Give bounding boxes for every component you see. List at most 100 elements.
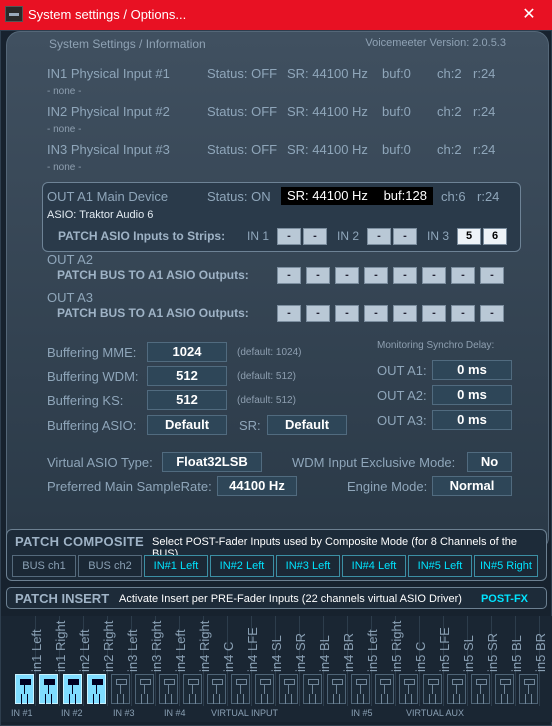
in2-sr: SR: 44100 Hz [287,104,368,119]
in3-name[interactable]: IN3 Physical Input #3 [47,142,170,157]
out-a3-patch-4[interactable]: - [364,305,388,322]
insert-toggle-button[interactable] [63,674,82,704]
insert-toggle-button[interactable] [207,674,226,704]
out-a3-patch-3[interactable]: - [335,305,359,322]
composite-ch3[interactable]: IN#1 Left [144,555,208,577]
in3-ch: ch:2 [437,142,462,157]
out-a2-patch-4[interactable]: - [364,267,388,284]
composite-ch5[interactable]: IN#3 Left [276,555,340,577]
insert-strip: in1 Left in1 Right in2 Left in2 Right in3 Le… [1,616,552,722]
out-a2-patch-6[interactable]: - [422,267,446,284]
insert-toggle-button[interactable] [231,674,250,704]
close-button[interactable]: ✕ [506,0,552,30]
post-fx-toggle[interactable]: POST-FX [481,593,528,605]
in3-status: Status: OFF [207,142,278,157]
patch-in1-right[interactable]: - [303,228,327,245]
out-a2-patch-2[interactable]: - [306,267,330,284]
patch-in3-right[interactable]: 6 [483,228,507,245]
patch-insert-title: PATCH INSERT [15,591,110,606]
out-a2-patch-label: PATCH BUS TO A1 ASIO Outputs: [57,268,249,282]
group-in4: IN #4 [164,708,186,718]
insert-toggle-button[interactable] [279,674,298,704]
insert-toggle-button[interactable] [519,674,538,704]
insert-toggle-button[interactable] [423,674,442,704]
insert-toggle-button[interactable] [159,674,178,704]
virtual-asio-value[interactable]: Float32LSB [162,452,262,472]
out-a3-patch-1[interactable]: - [277,305,301,322]
monitoring-a3-value[interactable]: 0 ms [432,410,512,430]
insert-toggle-button[interactable] [39,674,58,704]
in2-name[interactable]: IN2 Physical Input #2 [47,104,170,119]
insert-toggle-button[interactable] [303,674,322,704]
insert-toggle-button[interactable] [15,674,34,704]
out-a2-patch-5[interactable]: - [393,267,417,284]
wdm-exclusive-label: WDM Input Exclusive Mode: [292,455,456,470]
patch-in1-left[interactable]: - [277,228,301,245]
insert-channel: in3 Right [133,616,164,706]
insert-toggle-button[interactable] [111,674,130,704]
composite-ch7[interactable]: IN#5 Left [408,555,472,577]
group-virtual-input: VIRTUAL INPUT [211,708,279,718]
composite-ch6[interactable]: IN#4 Left [342,555,406,577]
group-in1: IN #1 [11,708,33,718]
patch-in3-left[interactable]: 5 [457,228,481,245]
wdm-exclusive-value[interactable]: No [467,452,512,472]
composite-ch8[interactable]: IN#5 Right [474,555,538,577]
out-a3-patch-label: PATCH BUS TO A1 ASIO Outputs: [57,306,249,320]
insert-channel: in4 BL [301,616,332,706]
out-a2-patch-7[interactable]: - [451,267,475,284]
in1-sr: SR: 44100 Hz [287,66,368,81]
out-a3-patch-7[interactable]: - [451,305,475,322]
out-a1-name[interactable]: OUT A1 Main Device [47,189,168,204]
out-a1-device: ASIO: Traktor Audio 6 [47,209,154,221]
group-in3: IN #3 [113,708,135,718]
insert-toggle-button[interactable] [87,674,106,704]
insert-icon [356,679,367,699]
insert-toggle-button[interactable] [327,674,346,704]
samplerate-value[interactable]: 44100 Hz [217,476,297,496]
patch-insert-panel: PATCH INSERT Activate Insert per PRE-Fad… [6,587,547,609]
asio-sr-value[interactable]: Default [267,415,347,435]
insert-toggle-button[interactable] [447,674,466,704]
insert-toggle-button[interactable] [351,674,370,704]
buffering-mme-default: (default: 1024) [237,347,302,358]
out-a3-name[interactable]: OUT A3 [47,290,93,305]
patch-in2-left[interactable]: - [367,228,391,245]
composite-ch2[interactable]: BUS ch2 [78,555,142,577]
in1-name[interactable]: IN1 Physical Input #1 [47,66,170,81]
buffering-mme-value[interactable]: 1024 [147,342,227,362]
monitoring-a1-value[interactable]: 0 ms [432,360,512,380]
insert-icon [68,679,79,699]
composite-ch4[interactable]: IN#2 Left [210,555,274,577]
out-a2-name[interactable]: OUT A2 [47,252,93,267]
out-a2-patch-1[interactable]: - [277,267,301,284]
patch-in2-right[interactable]: - [393,228,417,245]
insert-icon [524,679,535,699]
buffering-ks-value[interactable]: 512 [147,390,227,410]
out-a1-box: OUT A1 Main Device Status: ON SR: 44100 … [42,182,521,252]
insert-toggle-button[interactable] [135,674,154,704]
insert-icon [236,679,247,699]
insert-icon [404,679,415,699]
monitoring-a3-label: OUT A3: [377,413,427,428]
engine-mode-value[interactable]: Normal [432,476,512,496]
out-a3-patch-6[interactable]: - [422,305,446,322]
insert-toggle-button[interactable] [495,674,514,704]
out-a2-patch-3[interactable]: - [335,267,359,284]
virtual-asio-label: Virtual ASIO Type: [47,455,153,470]
out-a3-patch-8[interactable]: - [480,305,504,322]
composite-ch1[interactable]: BUS ch1 [12,555,76,577]
out-a3-patch-5[interactable]: - [393,305,417,322]
insert-icon [308,679,319,699]
insert-toggle-button[interactable] [471,674,490,704]
buffering-asio-value[interactable]: Default [147,415,227,435]
version-label: Voicemeeter Version: 2.0.5.3 [365,37,506,49]
insert-toggle-button[interactable] [255,674,274,704]
out-a3-patch-2[interactable]: - [306,305,330,322]
out-a2-patch-8[interactable]: - [480,267,504,284]
insert-toggle-button[interactable] [399,674,418,704]
monitoring-a2-value[interactable]: 0 ms [432,385,512,405]
buffering-wdm-value[interactable]: 512 [147,366,227,386]
insert-toggle-button[interactable] [183,674,202,704]
insert-toggle-button[interactable] [375,674,394,704]
